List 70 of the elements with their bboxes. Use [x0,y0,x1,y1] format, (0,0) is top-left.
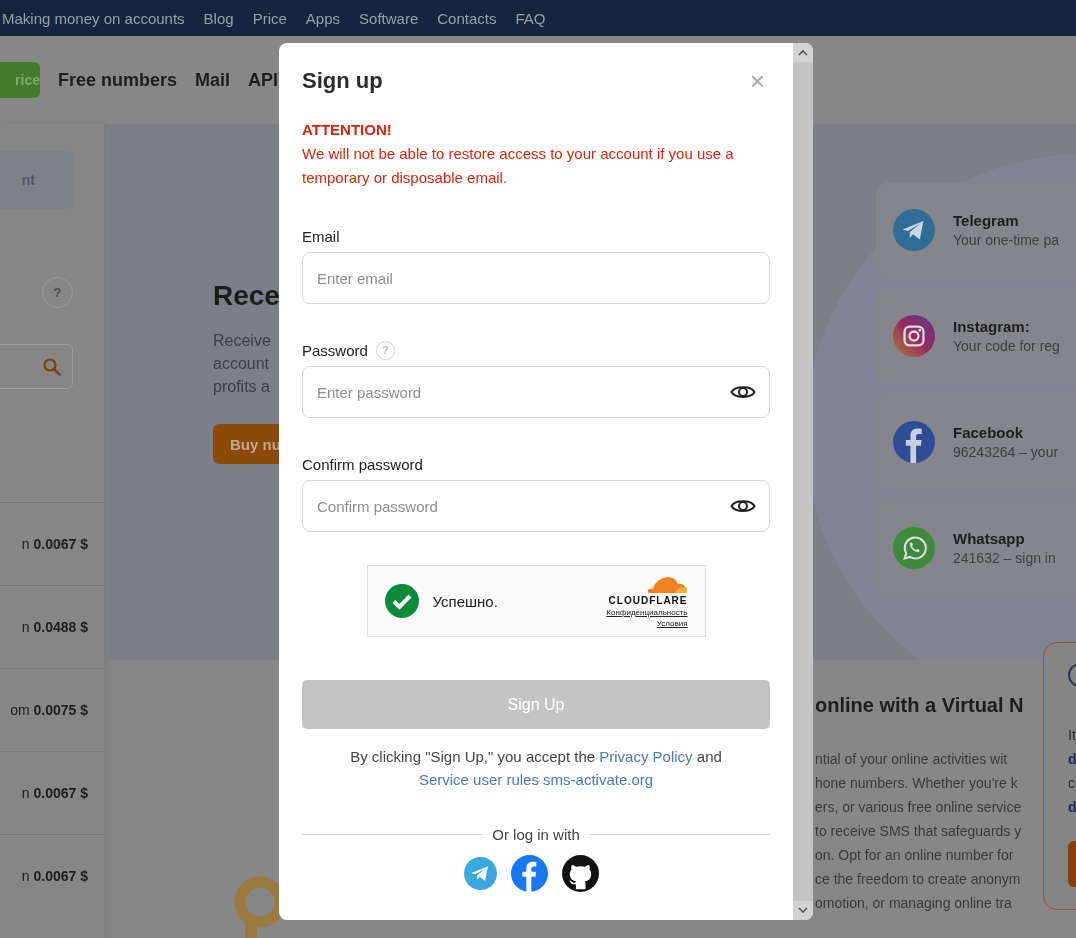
article-heading: online with a Virtual N [815,694,1024,717]
article-text: ce the freedom to create anonym [815,870,1021,889]
service-message: 96243264 – your [953,444,1059,460]
hero-text: Receive [213,331,271,351]
facebook-f-icon[interactable] [510,855,548,892]
popup-link[interactable]: d [1068,795,1076,819]
header-link[interactable]: Mail [195,69,231,91]
field-label: Password [302,341,368,359]
nav-link[interactable]: Apps [305,9,341,27]
hero-title: Rece [213,279,280,313]
captcha-status: Успешно. [432,592,499,610]
input-field[interactable]: Confirm password [302,480,770,532]
popup-text: It [1068,726,1076,745]
hero-text: profits a [213,377,270,397]
header-link[interactable]: API [248,69,279,91]
price-text: n 0.0488 $ [21,619,88,635]
paper-plane-icon[interactable] [463,857,497,890]
phone-bubble-icon [893,527,935,569]
scroll-down-icon[interactable] [798,907,808,914]
nav-link[interactable]: FAQ [515,9,546,27]
article-text: ntial of your online activities wit [815,750,1008,769]
article-text: hone numbers. Whether you're k [815,774,1018,793]
service-message: 241632 – sign in [953,550,1056,566]
terms-link[interactable]: Service user rules sms-activate.org [418,771,654,788]
paper-plane-icon [893,209,935,251]
close-button[interactable]: × [749,68,765,94]
warning-title: ATTENTION! [302,120,393,140]
service-name: Telegram [953,212,1020,229]
popup-text: c [1068,774,1076,793]
facebook-f-icon [893,421,935,463]
service-name: Whatsapp [953,530,1026,547]
eye-icon[interactable] [730,383,756,401]
divider-label: Or log in with [492,826,580,843]
nav-link[interactable]: Blog [203,9,234,27]
service-message: Your code for reg [953,338,1060,354]
captcha-link[interactable]: Конфиденциальность [606,606,688,618]
scroll-up-icon[interactable] [798,49,808,56]
dialog-title: Sign up [302,68,383,94]
service-message: Your one-time pa [953,232,1060,248]
input-field[interactable]: Enter password [302,366,770,418]
article-text: ers, or various free online service [815,798,1022,817]
popup-link[interactable]: d [1068,747,1076,771]
price-text: n 0.0067 $ [21,536,88,552]
service-name: Facebook [953,424,1025,441]
terms-link[interactable]: Privacy Policy [599,748,693,765]
price-text: om 0.0075 $ [10,702,88,718]
header-link[interactable]: Free numbers [58,69,178,91]
eye-icon[interactable] [730,497,756,515]
field-label: Email [302,227,340,245]
article-text: omotion, or managing online tra [815,894,1012,913]
price-text: n 0.0067 $ [21,785,88,801]
search-icon[interactable] [42,356,62,377]
search-field[interactable] [0,344,73,389]
field-label: Confirm password [302,455,423,473]
cloudflare-logo-text: CLOUDFLARE [608,593,688,607]
service-name: Instagram: [953,318,1031,335]
captcha-link[interactable]: Условия [656,617,688,629]
terms-text: By clicking "Sign Up," you accept the Privacy Policy and Service user rules sms-activate.org [349,747,723,790]
hero-text: account [213,354,270,374]
price-text: n 0.0067 $ [21,868,88,884]
article-text: on. Opt for an online number for [815,846,1014,865]
nav-link[interactable]: Making money on accounts [2,9,185,27]
input-field[interactable]: Enter email [302,252,770,304]
nav-link[interactable]: Price [252,9,287,27]
nav-link[interactable]: Software [359,9,419,27]
nav-link[interactable]: Contacts [437,9,497,27]
warning-text: We will not be able to restore access to your account if you use a temporary or disposable email. [302,144,735,188]
article-text: to receive SMS that safeguards y [815,822,1022,841]
camera-icon [893,315,935,357]
cat-silhouette-icon[interactable] [561,855,599,892]
